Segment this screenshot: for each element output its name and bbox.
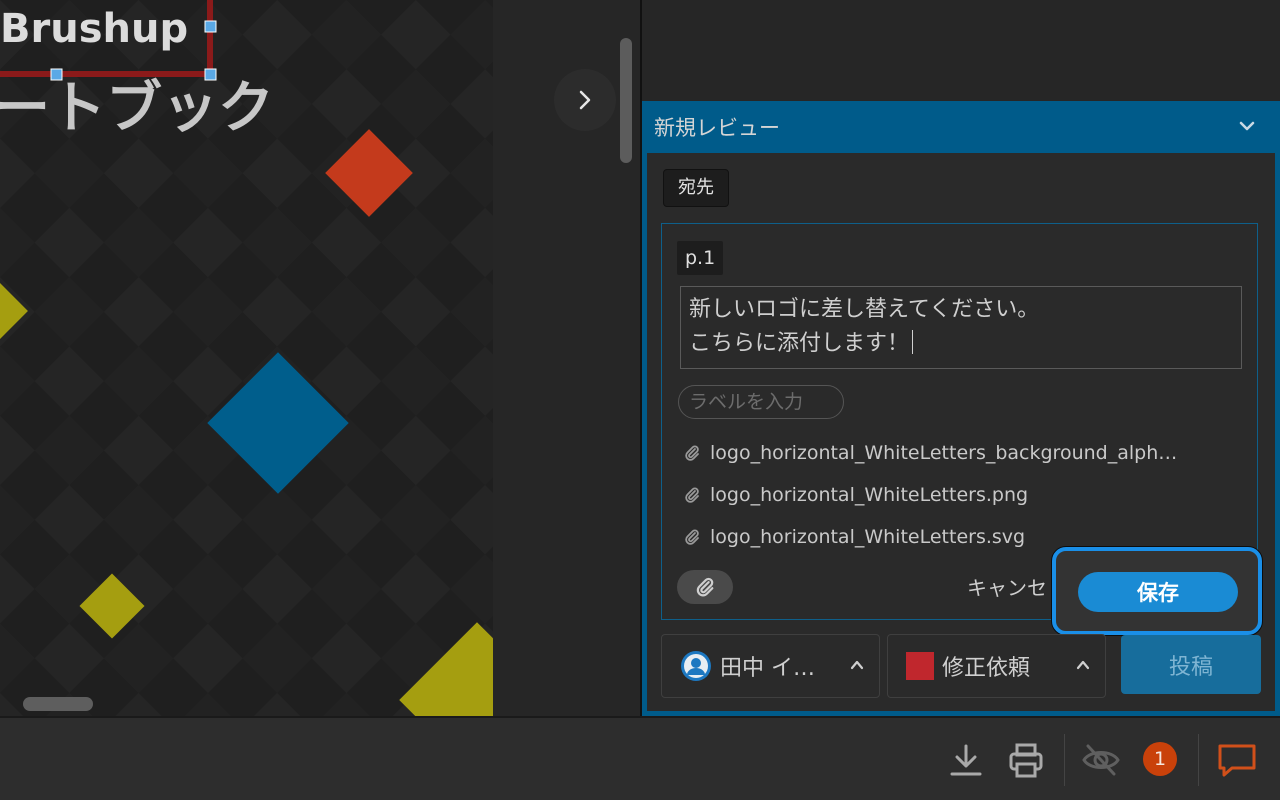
bottom-toolbar: 1 xyxy=(0,716,1280,800)
attachment-item[interactable]: logo_horizontal_WhiteLetters_background_… xyxy=(684,438,1177,468)
chevron-down-icon[interactable] xyxy=(1238,117,1256,135)
attachment-name: logo_horizontal_WhiteLetters.svg xyxy=(710,526,1026,548)
subtitle-text: ートブック xyxy=(0,76,274,141)
canvas-artwork: Brushup ートブック xyxy=(0,0,493,716)
right-panel-top xyxy=(642,0,1280,101)
cancel-button[interactable]: キャンセ xyxy=(967,572,1047,601)
toolbar-separator xyxy=(1064,734,1065,786)
notification-badge[interactable]: 1 xyxy=(1143,742,1177,776)
horizontal-scrollbar[interactable] xyxy=(23,697,93,711)
hide-icon[interactable] xyxy=(1080,740,1122,780)
attachment-name: logo_horizontal_WhiteLetters.png xyxy=(710,484,1029,506)
attachment-name: logo_horizontal_WhiteLetters_background_… xyxy=(710,442,1178,464)
chevron-up-icon xyxy=(1076,660,1090,670)
app-window: Brushup ートブック 新規レビュー 宛先 p.1 新しいロゴに差し替えてく… xyxy=(0,0,1280,800)
vertical-scrollbar[interactable] xyxy=(620,38,632,163)
expand-panel-button[interactable] xyxy=(554,69,616,131)
attach-file-button[interactable] xyxy=(677,570,733,604)
review-header[interactable]: 新規レビュー xyxy=(642,101,1280,153)
status-label: 修正依頼 xyxy=(942,656,1031,681)
avatar-icon xyxy=(681,651,711,681)
post-button[interactable]: 投稿 xyxy=(1121,635,1261,694)
paperclip-icon xyxy=(684,444,700,462)
comment-textarea[interactable]: 新しいロゴに差し替えてください。 こちらに添付します！ xyxy=(680,286,1242,369)
status-color-swatch xyxy=(906,652,934,680)
attachment-item[interactable]: logo_horizontal_WhiteLetters.png xyxy=(684,480,1028,510)
logo-text: Brushup xyxy=(0,6,188,52)
document-canvas[interactable]: Brushup ートブック xyxy=(0,0,493,716)
review-title: 新規レビュー xyxy=(654,116,780,140)
chevron-right-icon xyxy=(579,90,591,110)
assignee-select[interactable]: 田中 イ… xyxy=(661,634,880,698)
label-input[interactable]: ラベルを入力 xyxy=(678,385,844,419)
download-icon[interactable] xyxy=(946,740,986,780)
recipient-button[interactable]: 宛先 xyxy=(663,169,729,207)
text-caret xyxy=(912,330,914,354)
paperclip-icon xyxy=(684,486,700,504)
print-icon[interactable] xyxy=(1006,740,1046,780)
save-button[interactable]: 保存 xyxy=(1078,572,1238,612)
paperclip-icon xyxy=(684,528,700,546)
attachment-item[interactable]: logo_horizontal_WhiteLetters.svg xyxy=(684,522,1025,552)
chevron-up-icon xyxy=(850,660,864,670)
status-select[interactable]: 修正依頼 xyxy=(887,634,1106,698)
comment-text: 新しいロゴに差し替えてください。 こちらに添付します！ xyxy=(689,297,1040,356)
paperclip-icon xyxy=(696,577,714,597)
toolbar-separator xyxy=(1198,734,1199,786)
comment-icon[interactable] xyxy=(1216,740,1258,780)
page-tag: p.1 xyxy=(677,241,724,275)
assignee-name: 田中 イ… xyxy=(720,656,815,681)
save-highlight: 保存 xyxy=(1052,547,1262,635)
